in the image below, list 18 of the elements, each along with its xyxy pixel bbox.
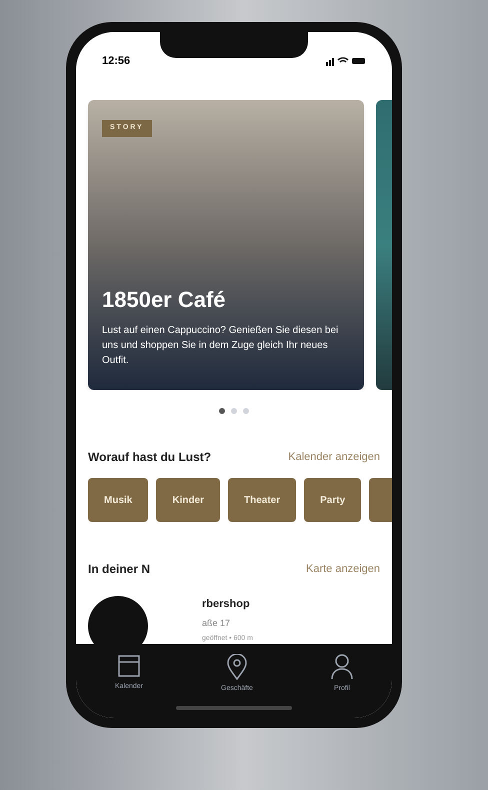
- category-chip[interactable]: Theater: [228, 478, 296, 522]
- map-link[interactable]: Karte anzeigen: [306, 560, 380, 578]
- category-chip[interactable]: Party: [304, 478, 362, 522]
- section-title: In deiner N: [88, 561, 150, 578]
- person-icon: [330, 654, 353, 680]
- shop-name: rbershop: [202, 597, 251, 612]
- section-title: Worauf hast du Lust?: [88, 449, 212, 466]
- shop-address: aße 17: [202, 616, 232, 630]
- story-text: Lust auf einen Cappuccino? Genießen Sie diesen bei uns und shoppen Sie in dem Zuge gleich Ihr neues Outfit.: [102, 324, 340, 368]
- calendar-link[interactable]: Kalender anzeigen: [288, 448, 380, 466]
- location-pin-icon: [227, 654, 247, 680]
- status-icons: [326, 56, 366, 66]
- status-time: 12:56: [102, 54, 130, 69]
- category-chip[interactable]: Kinder: [156, 478, 220, 522]
- story-title: 1850er Café: [102, 286, 227, 313]
- category-chip-edge[interactable]: [369, 478, 392, 522]
- category-chip[interactable]: Musik: [88, 478, 148, 522]
- calendar-icon: [118, 654, 140, 678]
